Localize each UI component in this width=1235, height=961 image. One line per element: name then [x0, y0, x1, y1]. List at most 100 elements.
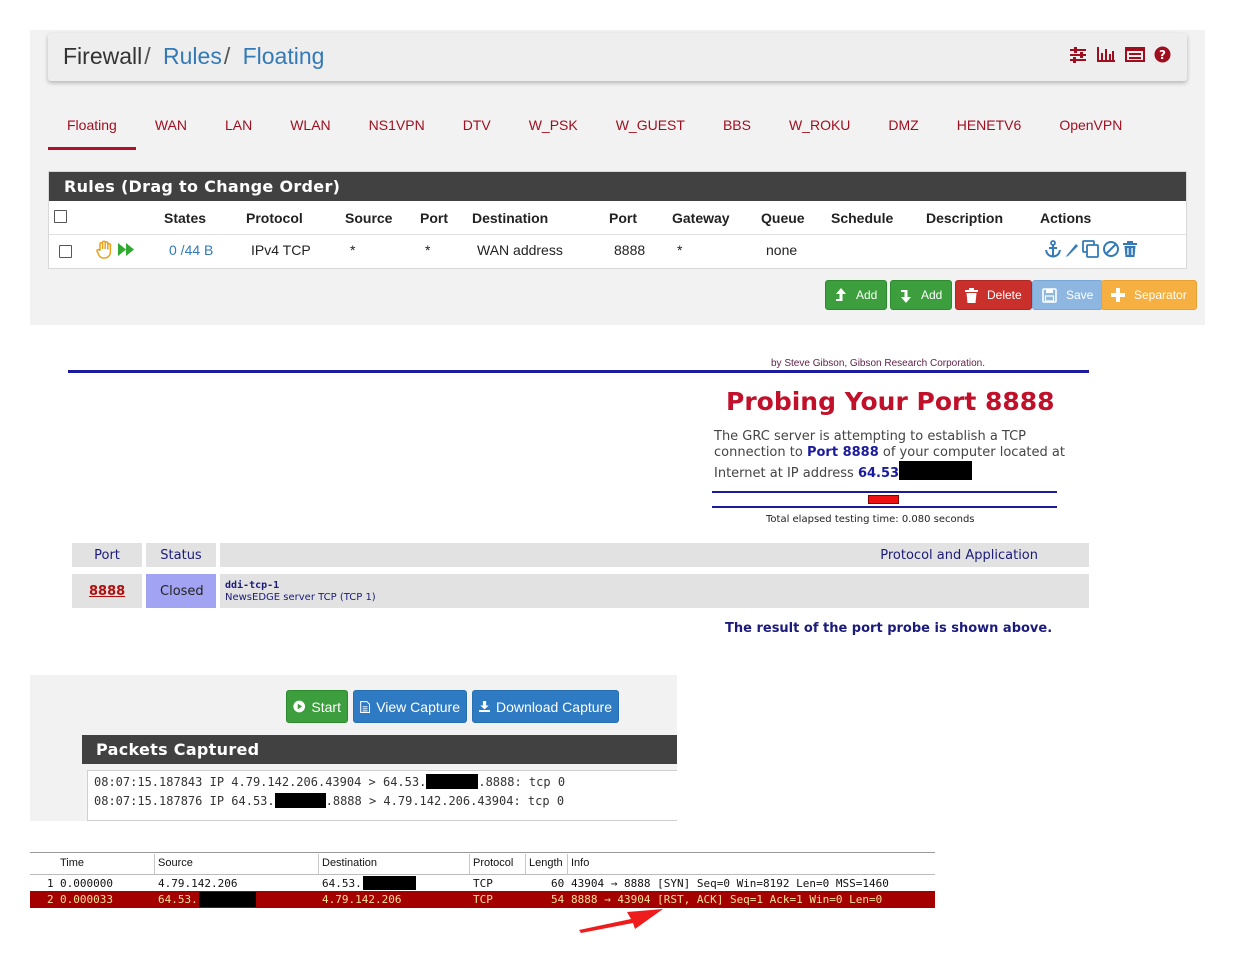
ws-row2-no: 2 [47, 893, 54, 906]
disable-icon[interactable] [1102, 240, 1120, 258]
packet-line-2-start: 08:07:15.187876 IP 64.53. [94, 794, 275, 808]
header-icons: ? [1069, 46, 1171, 63]
grc-header-status: Status [146, 543, 216, 567]
ws-row1-no: 1 [47, 877, 54, 890]
tab-floating[interactable]: Floating [48, 104, 136, 150]
rules-panel-title: Rules (Drag to Change Order) [49, 172, 1186, 201]
breadcrumb-separator: / [144, 43, 151, 69]
rule-destination: WAN address [477, 242, 563, 258]
start-label: Start [311, 698, 341, 715]
fast-forward-icon [118, 243, 134, 256]
grc-service-name: ddi-tcp-1 [225, 580, 280, 591]
hand-icon [96, 240, 112, 259]
redacted-ip [899, 461, 973, 480]
tab-w-psk[interactable]: W_PSK [510, 104, 597, 150]
breadcrumb-rules[interactable]: Rules [163, 43, 222, 69]
column-actions: Actions [1040, 210, 1092, 226]
grc-header-protocol: Protocol and Application [220, 543, 1089, 567]
rule-checkbox[interactable] [59, 245, 72, 258]
ws-col-destination[interactable]: Destination [322, 857, 377, 869]
rule-states[interactable]: 0 /44 B [169, 242, 213, 258]
ws-row1-time: 0.000000 [60, 877, 113, 890]
redacted-ip [199, 892, 256, 907]
interface-tabs: Floating WAN LAN WLAN NS1VPN DTV W_PSK W… [48, 104, 1141, 150]
separator-button[interactable]: Separator [1101, 280, 1197, 310]
tab-bbs[interactable]: BBS [704, 104, 770, 150]
save-button[interactable]: Save [1032, 280, 1104, 310]
ws-col-time[interactable]: Time [60, 857, 84, 869]
ws-col-info[interactable]: Info [571, 857, 589, 869]
grc-desc-port: Port 8888 [806, 445, 879, 460]
ws-col-source[interactable]: Source [158, 857, 193, 869]
edit-icon[interactable] [1064, 240, 1080, 258]
ws-col-protocol[interactable]: Protocol [473, 857, 513, 869]
add-bottom-button[interactable]: Add [890, 280, 953, 310]
tab-henetv6[interactable]: HENETV6 [938, 104, 1041, 150]
save-icon [1042, 287, 1057, 303]
tab-dmz[interactable]: DMZ [869, 104, 937, 150]
ws-row1-protocol: TCP [473, 877, 493, 890]
ws-col-length[interactable]: Length [529, 857, 563, 869]
packet-line: 08:07:15.187843 IP 4.79.142.206.43904 > … [94, 774, 565, 789]
column-source-port: Port [420, 210, 448, 226]
tab-wan[interactable]: WAN [136, 104, 206, 150]
progress-rule-top [712, 491, 1057, 493]
view-capture-button[interactable]: View Capture [353, 690, 467, 723]
list-icon[interactable] [1125, 46, 1145, 63]
column-divider [318, 854, 319, 874]
separator-label: Separator [1134, 288, 1187, 302]
svg-text:?: ? [1159, 48, 1166, 62]
grc-result-text: The result of the port probe is shown ab… [725, 621, 1053, 636]
tab-w-roku[interactable]: W_ROKU [770, 104, 869, 150]
packet-line-1-end: .8888: tcp 0 [478, 775, 566, 789]
ws-row1-length: 60 [551, 877, 565, 890]
grc-divider [68, 370, 1089, 373]
column-gateway: Gateway [672, 210, 730, 226]
elapsed-time: Total elapsed testing time: 0.080 second… [766, 514, 975, 525]
tab-ns1vpn[interactable]: NS1VPN [350, 104, 444, 150]
column-destination: Destination [472, 210, 549, 226]
packet-line-1-start: 08:07:15.187843 IP 4.79.142.206.43904 > … [94, 775, 427, 789]
tab-openvpn[interactable]: OpenVPN [1040, 104, 1141, 150]
column-divider [567, 854, 568, 874]
ws-row1-destination: 64.53. [322, 877, 362, 890]
tab-dtv[interactable]: DTV [444, 104, 510, 150]
tab-wlan[interactable]: WLAN [271, 104, 349, 150]
grc-port-link[interactable]: 8888 [89, 584, 125, 599]
delete-button[interactable]: Delete [955, 280, 1032, 310]
rule-protocol: IPv4 TCP [251, 242, 311, 258]
view-capture-label: View Capture [376, 698, 460, 715]
breadcrumb: Firewall/ Rules/ Floating [63, 43, 324, 70]
packets-captured-title: Packets Captured [82, 735, 677, 764]
breadcrumb-floating[interactable]: Floating [243, 43, 325, 69]
plus-icon [1111, 288, 1125, 302]
start-button[interactable]: Start [286, 690, 348, 723]
column-description: Description [926, 210, 1004, 226]
sliders-icon[interactable] [1069, 46, 1087, 63]
rule-destination-port: 8888 [614, 242, 646, 258]
download-capture-button[interactable]: Download Capture [472, 690, 619, 723]
column-protocol: Protocol [246, 210, 303, 226]
progress-rule-bottom [712, 506, 1057, 508]
select-all-checkbox[interactable] [54, 210, 67, 223]
column-queue: Queue [761, 210, 805, 226]
rule-actions [1044, 240, 1138, 258]
tab-w-guest[interactable]: W_GUEST [597, 104, 704, 150]
copy-icon[interactable] [1082, 240, 1100, 258]
rules-panel: Rules (Drag to Change Order) States Prot… [48, 171, 1187, 269]
download-capture-label: Download Capture [496, 698, 612, 715]
bar-chart-icon[interactable] [1096, 46, 1116, 63]
red-arrow-annotation [579, 909, 663, 933]
column-divider [469, 854, 470, 874]
add-top-button[interactable]: Add [825, 280, 888, 310]
tab-lan[interactable]: LAN [206, 104, 271, 150]
arrow-up-icon [836, 287, 846, 301]
help-icon[interactable]: ? [1154, 46, 1171, 63]
column-states: States [164, 210, 207, 226]
column-divider [525, 854, 526, 874]
anchor-icon[interactable] [1044, 240, 1062, 258]
packet-line-2-end: .8888 > 4.79.142.206.43904: tcp 0 [325, 794, 565, 808]
redacted-ip [274, 793, 326, 808]
ws-row2-info: 8888 → 43904 [RST, ACK] Seq=1 Ack=1 Win=… [571, 893, 883, 906]
trash-icon[interactable] [1122, 240, 1138, 258]
